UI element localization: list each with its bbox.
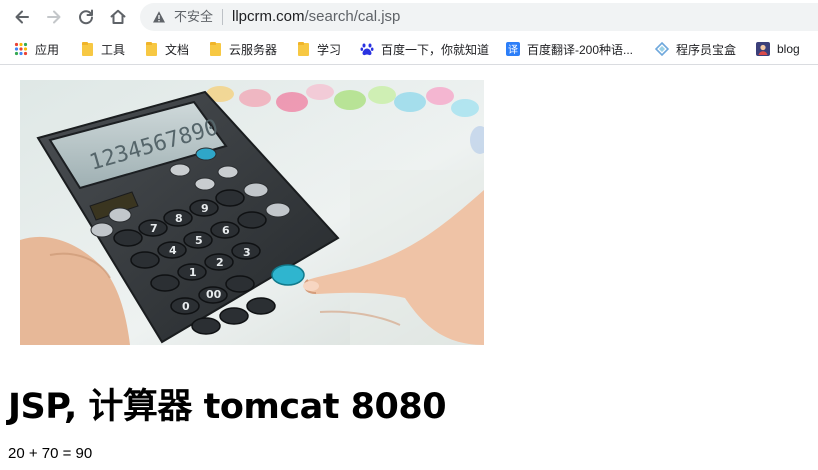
folder-icon xyxy=(208,41,222,56)
svg-text:00: 00 xyxy=(206,288,222,301)
svg-text:4: 4 xyxy=(169,244,177,257)
bookmark-blog[interactable]: blog xyxy=(756,40,800,58)
folder-icon xyxy=(144,41,158,56)
svg-text:译: 译 xyxy=(508,44,518,56)
arrow-left-icon xyxy=(15,10,29,24)
bookmark-cloud-servers[interactable]: 云服务器 xyxy=(208,40,277,58)
bookmark-label: blog xyxy=(777,42,800,56)
calculator-image: 1 2 3 4 5 6 7 8 9 0 7 8 9 4 5 6 1 2 3 0 00 xyxy=(20,80,484,345)
bookmark-label: 文档 xyxy=(165,42,190,57)
page-content: 1 2 3 4 5 6 7 8 9 0 7 8 9 4 5 6 1 2 3 0 00 JSP, 计… xyxy=(0,65,818,470)
forward-button[interactable] xyxy=(42,5,66,29)
bookmark-label: 百度一下，你就知道 xyxy=(381,42,490,57)
svg-text:6: 6 xyxy=(222,224,230,237)
svg-text:9: 9 xyxy=(201,202,209,215)
warning-icon xyxy=(153,11,165,23)
arrow-right-icon xyxy=(47,10,61,24)
translate-icon: 译 xyxy=(506,42,520,56)
bookmark-apps[interactable]: 应用 xyxy=(14,40,59,58)
bookmark-docs[interactable]: 文档 xyxy=(144,40,189,58)
baidu-paw-icon xyxy=(360,42,374,56)
back-button[interactable] xyxy=(10,5,34,29)
folder-icon xyxy=(296,41,310,56)
url-path: /search/cal.jsp xyxy=(304,8,401,25)
svg-text:8: 8 xyxy=(175,212,183,225)
bookmark-baidu[interactable]: 百度一下，你就知道 xyxy=(360,40,489,58)
blog-avatar-icon xyxy=(756,42,770,56)
url-host: llpcrm.com xyxy=(232,8,305,25)
bookmark-study[interactable]: 学习 xyxy=(296,40,341,58)
browser-toolbar: 不安全 llpcrm.com/search/cal.jsp xyxy=(0,0,818,34)
bookmark-tools[interactable]: 工具 xyxy=(80,40,125,58)
svg-text:1: 1 xyxy=(189,266,197,279)
svg-text:5: 5 xyxy=(195,234,203,247)
bookmark-label: 应用 xyxy=(35,42,60,57)
home-icon xyxy=(110,9,126,24)
reload-icon xyxy=(79,9,93,25)
home-button[interactable] xyxy=(106,5,130,29)
bookmark-label: 学习 xyxy=(317,42,342,57)
svg-text:7: 7 xyxy=(150,222,158,235)
bookmark-label: 百度翻译-200种语... xyxy=(527,42,634,57)
folder-icon xyxy=(80,41,94,56)
url-text[interactable]: llpcrm.com/search/cal.jsp xyxy=(232,8,400,26)
bookmark-coder-box[interactable]: 程序员宝盒 xyxy=(655,40,736,58)
diamond-icon xyxy=(655,42,669,56)
apps-grid-icon xyxy=(14,42,28,56)
bookmark-label: 云服务器 xyxy=(229,42,278,57)
bookmark-label: 程序员宝盒 xyxy=(676,42,737,57)
reload-button[interactable] xyxy=(74,5,98,29)
page-title: JSP, 计算器 tomcat 8080 xyxy=(8,387,447,427)
svg-text:3: 3 xyxy=(243,246,251,259)
security-label[interactable]: 不安全 xyxy=(174,9,213,25)
bookmark-baidu-translate[interactable]: 译 百度翻译-200种语... xyxy=(506,40,633,58)
divider xyxy=(222,9,223,25)
bookmark-label: 工具 xyxy=(101,42,126,57)
svg-text:0: 0 xyxy=(182,300,190,313)
svg-text:2: 2 xyxy=(216,256,224,269)
bookmarks-bar: 应用 工具 文档 云服务器 学习 百度一下，你就知道 译 百度翻译-200种语.… xyxy=(0,34,818,65)
calculation-result: 20 + 70 = 90 xyxy=(8,445,93,462)
address-bar[interactable]: 不安全 llpcrm.com/search/cal.jsp xyxy=(140,3,818,31)
